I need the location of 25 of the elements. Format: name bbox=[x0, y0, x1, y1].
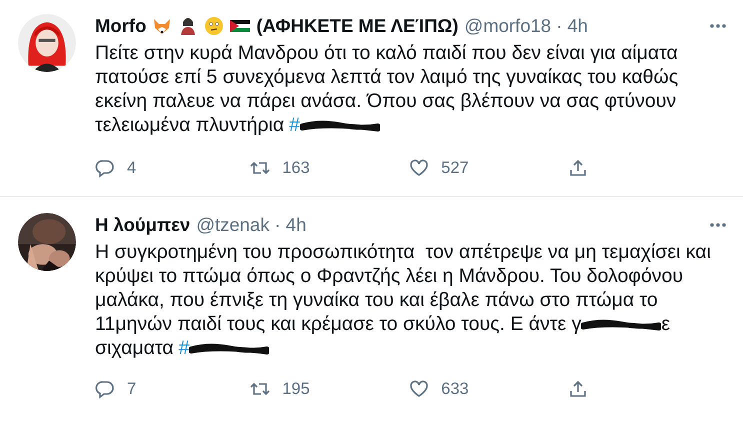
retweet-count: 163 bbox=[282, 158, 310, 178]
tweet-text: μαλάκα, που έπνιξε τη γυναίκα του και έβαλε πάνω στο πτώμα το bbox=[95, 289, 658, 311]
tweet-text: πατούσε επί 5 συνεχόμενα λεπτά τον λαιμό της γυναίκας του καθώς bbox=[95, 66, 678, 88]
reply-count: 4 bbox=[127, 158, 136, 178]
tweet-text: εκείνη παλευε να πάρει ανάσα. Όπου σας βλέπουν να σας φτύνουν bbox=[95, 90, 676, 112]
author-name-suffix: (ΑΦΗΚΕΤΕ ΜΕ ΛΕΊΠΩ) bbox=[256, 15, 458, 37]
tweet-text: σιχαματα bbox=[95, 337, 174, 359]
tweet-text: τελειωμένα πλυντήρια bbox=[95, 114, 284, 136]
tweet-text: ε bbox=[661, 313, 670, 335]
author-name[interactable]: Morfo bbox=[95, 15, 146, 37]
author-name[interactable]: Η λούμπεν bbox=[95, 214, 190, 236]
author-handle[interactable]: @tzenak bbox=[196, 214, 270, 236]
tweet-text: Πείτε στην κυρά Μανδρου ότι το καλό παιδί που δεν είναι για αίματα bbox=[95, 42, 678, 64]
tweet-text: κρύψει το πτώμα όπως ο Φραντζής λέει η Μάνδρου. Του δολοφόνου bbox=[95, 265, 684, 287]
tweet-text: 11μηνών παιδί τους και κρέμασε το σκύλο τους. Ε άντε γ bbox=[95, 313, 582, 335]
retweet-count: 195 bbox=[282, 380, 310, 398]
like-count: 527 bbox=[441, 158, 469, 178]
tweet-time[interactable]: · 4h bbox=[556, 15, 588, 37]
hashtag-link[interactable]: # bbox=[178, 337, 190, 359]
hashtag-link[interactable]: # bbox=[289, 114, 300, 136]
tweet-text: Η συγκροτημένη του προσωπικότητα τον απέτρεψε να μη τεμαχίσει και bbox=[95, 241, 711, 263]
tweet-time[interactable]: · 4h bbox=[274, 214, 306, 236]
author-handle[interactable]: @morfo18 bbox=[464, 15, 552, 37]
reply-count: 7 bbox=[127, 380, 136, 398]
like-count: 633 bbox=[441, 380, 469, 398]
